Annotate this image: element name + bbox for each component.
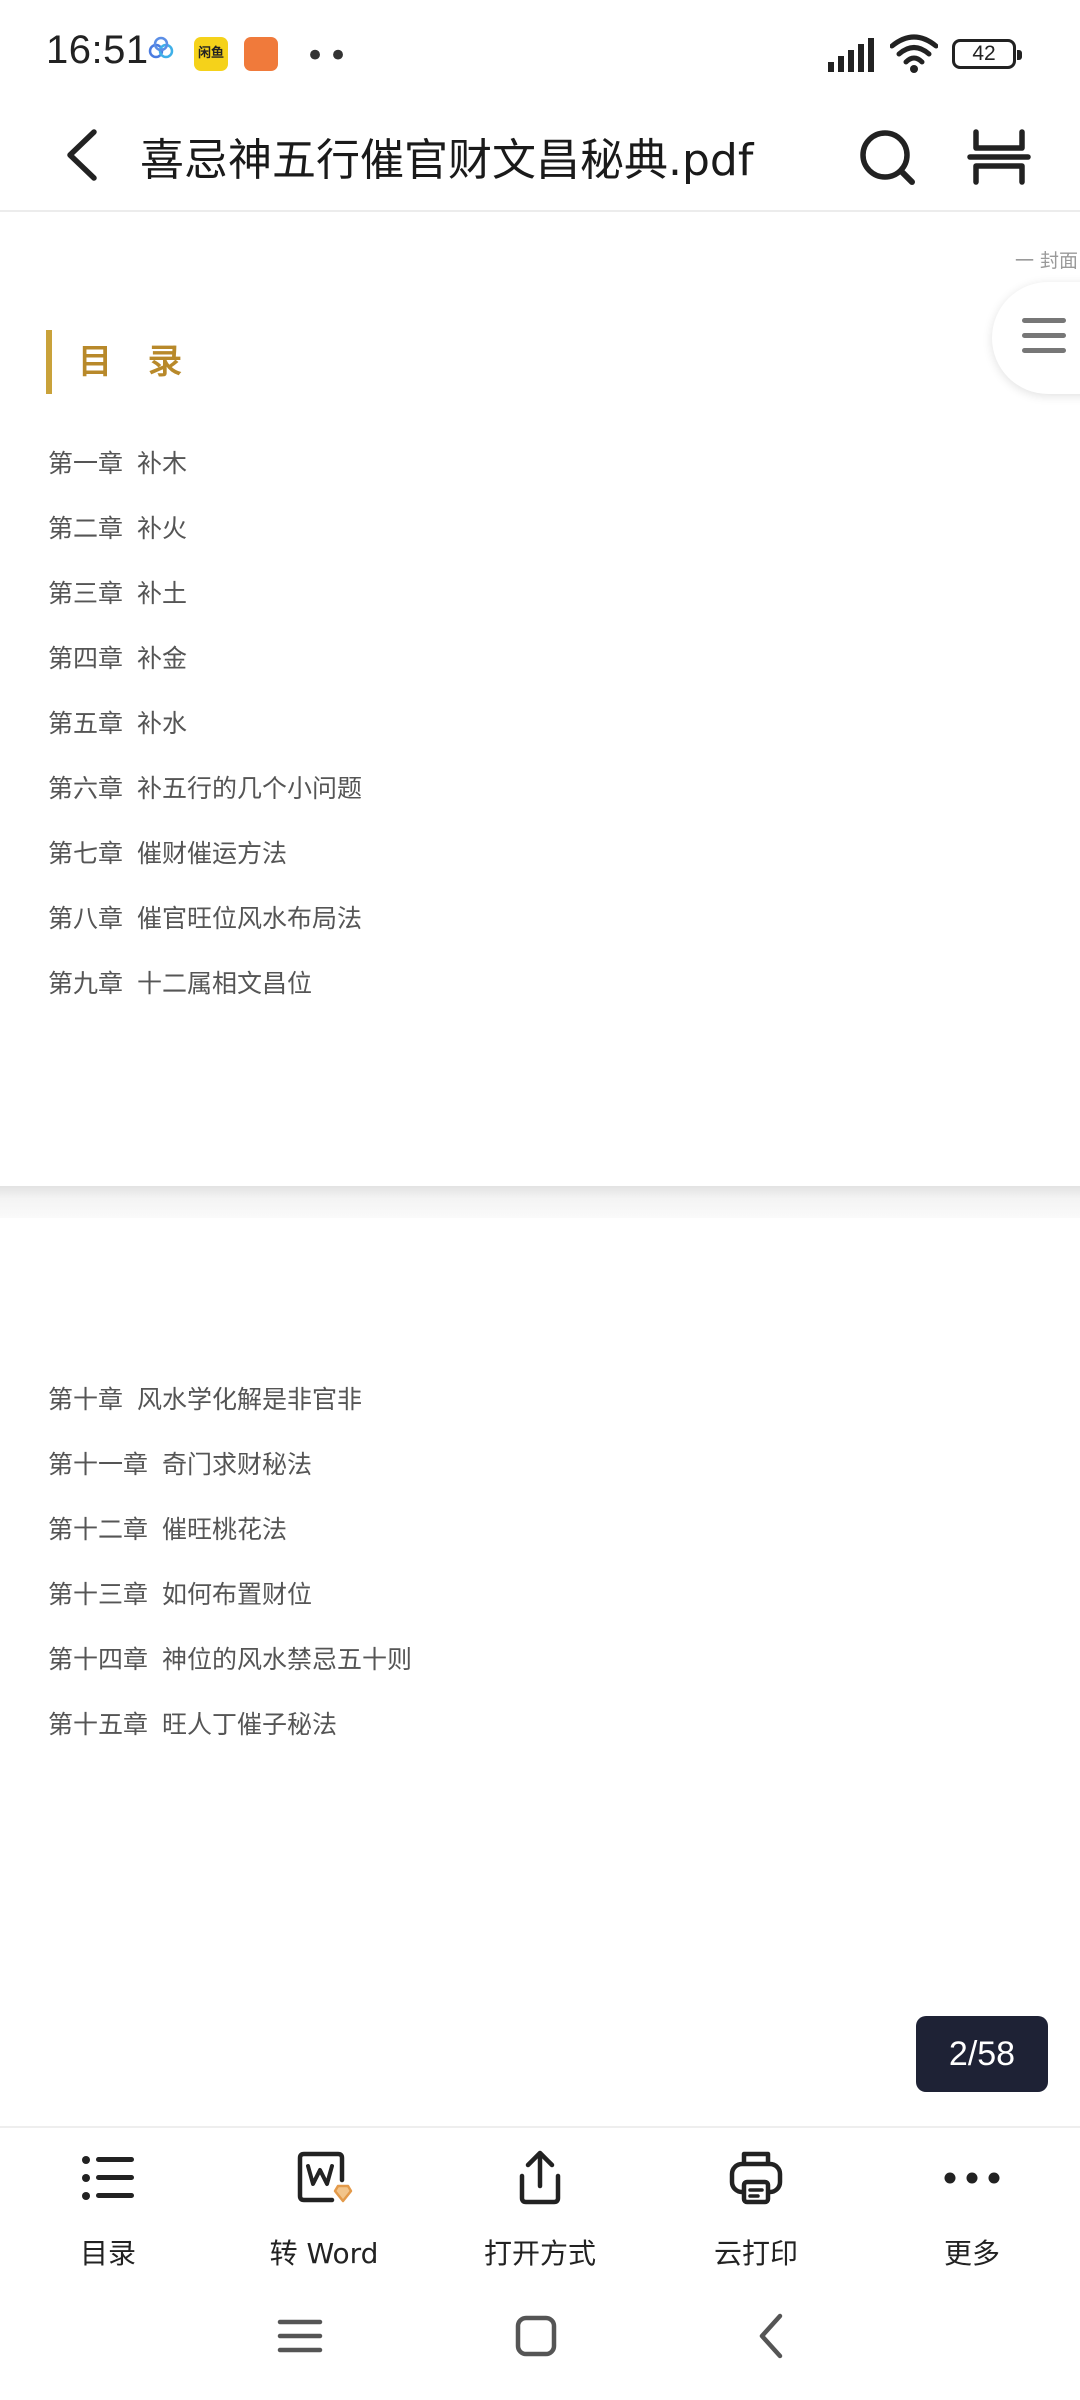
toc-item[interactable]: 第一章 补木: [48, 444, 362, 509]
document-title: 喜忌神五行催官财文昌秘典.pdf: [140, 135, 754, 186]
fullscreen-icon[interactable]: [964, 122, 1034, 192]
back-arrow-icon[interactable]: [52, 120, 122, 190]
outline-button[interactable]: [992, 282, 1080, 394]
cloud-print-label: 云打印: [713, 2237, 798, 2270]
toc-item[interactable]: 第四章 补金: [48, 639, 362, 704]
shopping-app-icon: [244, 37, 278, 71]
toc-heading: 目 录: [46, 330, 194, 394]
toc-label: 目录: [79, 2237, 136, 2270]
toc-item[interactable]: 第三章 补土: [48, 574, 362, 639]
printer-icon: [729, 2151, 783, 2205]
wifi-icon: [890, 34, 938, 73]
toc-button[interactable]: 目录: [0, 2146, 216, 2276]
share-icon: [519, 2150, 561, 2205]
status-bar: 16:51 闲鱼 •• 42: [0, 0, 1080, 100]
toc-item[interactable]: 第七章 催财催运方法: [48, 834, 362, 899]
more-dots-icon: [944, 2172, 1000, 2184]
system-nav-bar: [0, 2276, 1080, 2400]
page-divider: [0, 1186, 1080, 1218]
pdf-viewer-screen: 16:51 闲鱼 •• 42 喜忌神五行催官财文昌秘典.pdf 一 封面 目 录…: [0, 0, 1080, 2400]
cloud-print-button[interactable]: 云打印: [648, 2146, 864, 2276]
app-header: 喜忌神五行催官财文昌秘典.pdf: [0, 100, 1080, 212]
pdf-page-1[interactable]: 一 封面 目 录 第一章 补木 第二章 补火 第三章 补土 第四章 补金 第五章 补水 第…: [0, 214, 1080, 1189]
toc-item[interactable]: 第十章 风水学化解是非官非: [48, 1380, 412, 1445]
word-convert-icon: [297, 2151, 353, 2203]
toc-item[interactable]: 第十二章 催旺桃花法: [48, 1510, 412, 1575]
toc-list: 第十章 风水学化解是非官非 第十一章 奇门求财秘法 第十二章 催旺桃花法 第十三章 如何…: [48, 1380, 412, 1770]
open-with-label: 打开方式: [483, 2237, 596, 2270]
menu-icon: [1022, 318, 1066, 363]
convert-word-button[interactable]: 转 Word: [216, 2146, 432, 2276]
convert-word-label: 转 Word: [269, 2237, 379, 2270]
battery-indicator: 42: [952, 39, 1022, 69]
toc-item[interactable]: 第二章 补火: [48, 509, 362, 574]
toc-item[interactable]: 第八章 催官旺位风水布局法: [48, 899, 362, 964]
signal-icon: [828, 38, 874, 72]
bookmark-hint: 一 封面: [1014, 250, 1078, 272]
cloud-app-icon: [148, 36, 174, 59]
more-button[interactable]: 更多: [864, 2146, 1080, 2276]
toc-item[interactable]: 第十三章 如何布置财位: [48, 1575, 412, 1640]
recents-menu-icon[interactable]: [270, 2306, 330, 2366]
toc-item[interactable]: 第六章 补五行的几个小问题: [48, 769, 362, 834]
search-icon[interactable]: [852, 122, 922, 192]
back-chevron-icon[interactable]: [742, 2306, 802, 2366]
xianyu-app-icon: 闲鱼: [194, 37, 228, 71]
open-with-button[interactable]: 打开方式: [432, 2146, 648, 2276]
status-time: 16:51: [46, 28, 149, 72]
more-notifications-icon: ••: [305, 36, 352, 76]
toc-item[interactable]: 第五章 补水: [48, 704, 362, 769]
list-icon: [82, 2156, 134, 2200]
more-label: 更多: [943, 2237, 1000, 2270]
pdf-page-2[interactable]: 第十章 风水学化解是非官非 第十一章 奇门求财秘法 第十二章 催旺桃花法 第十三章 如何…: [0, 1218, 1080, 2128]
toc-list: 第一章 补木 第二章 补火 第三章 补土 第四章 补金 第五章 补水 第六章 补五行的几个小…: [48, 444, 362, 1029]
bottom-toolbar: 目录 转 Word 打开方式 云打印 更多: [0, 2126, 1080, 2276]
home-square-icon[interactable]: [506, 2306, 566, 2366]
toc-item[interactable]: 第九章 十二属相文昌位: [48, 964, 362, 1029]
toc-item[interactable]: 第十四章 神位的风水禁忌五十则: [48, 1640, 412, 1705]
page-indicator: 2/58: [916, 2016, 1048, 2092]
toc-item[interactable]: 第十五章 旺人丁催子秘法: [48, 1705, 412, 1770]
toc-item[interactable]: 第十一章 奇门求财秘法: [48, 1445, 412, 1510]
